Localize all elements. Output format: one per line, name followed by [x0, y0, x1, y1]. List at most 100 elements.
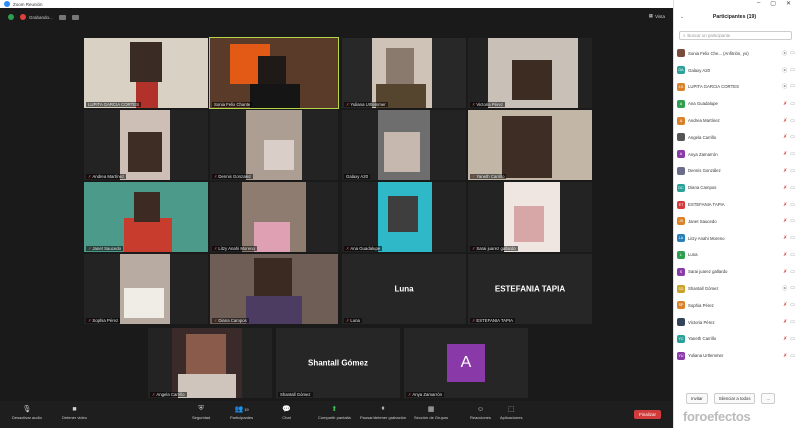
- mic-icon: ⦿: [782, 286, 788, 293]
- participant-row[interactable]: LG LUPITA GARCIA CORTES ⦿ ▭: [677, 79, 795, 96]
- video-camera-icon: ▭: [790, 151, 795, 158]
- video-tile[interactable]: ✗ Sarai juarez gallardo: [468, 182, 592, 252]
- participant-row[interactable]: DC Diana Campos ✗ ▭: [677, 179, 795, 196]
- participants-panel: – ▢ ✕ ⌄ Participantes (19) ⌕ Buscar un p…: [673, 0, 795, 428]
- meeting-video-area: Grabando... ▦ Vista LUPITA GARCIA CORTES…: [0, 8, 673, 401]
- tile-name-text: Luna: [350, 318, 360, 323]
- chat-icon: 💬: [282, 406, 291, 413]
- chat-button[interactable]: 💬 Chat: [282, 405, 291, 420]
- participant-status: ⦿ ▭: [782, 50, 795, 57]
- tile-name-label: ✗ Litzy Anahi Moreno: [212, 246, 257, 251]
- muted-mic-icon: ✗: [346, 318, 350, 323]
- participant-row[interactable]: A Anya Zamarrón ✗ ▭: [677, 146, 795, 163]
- video-tile[interactable]: ✗ Janet Saucedo: [84, 182, 208, 252]
- video-tile[interactable]: Galaxy A20: [342, 110, 466, 180]
- more-options-button[interactable]: ...: [761, 393, 776, 404]
- participant-row[interactable]: A Ana Guadalupe ✗ ▭: [677, 95, 795, 112]
- microphone-button[interactable]: 🎙 Desactivar audio: [12, 405, 42, 420]
- stop-recording-icon[interactable]: [71, 14, 79, 20]
- participant-status: ✗ ▭: [783, 151, 795, 157]
- video-camera-icon: ▭: [790, 335, 795, 342]
- participant-row[interactable]: A Andrea Martínez ✗ ▭: [677, 112, 795, 129]
- video-tile[interactable]: ✗ Litzy Anahi Moreno: [210, 182, 338, 252]
- share-screen-button[interactable]: ⬆ Compartir pantalla: [318, 405, 351, 420]
- shield-button[interactable]: ⛨ Seguridad: [192, 405, 210, 420]
- meeting-topbar: Grabando...: [0, 8, 673, 26]
- video-tile[interactable]: ✗ Victoria Pérez: [468, 38, 592, 108]
- participant-display-name: Shantall Gómez: [307, 358, 368, 368]
- video-tile[interactable]: ✗ Diana Campos: [210, 254, 338, 324]
- video-tile[interactable]: ✗ Ana Guadalupe: [342, 182, 466, 252]
- muted-mic-icon: ✗: [783, 302, 788, 309]
- tile-name-text: Angela Carrillo: [156, 392, 185, 397]
- maximize-icon[interactable]: ▢: [770, 0, 776, 7]
- video-camera-button[interactable]: ■ Detener video: [62, 405, 87, 421]
- participant-name: Yaneth Carrillo: [688, 336, 717, 342]
- participant-row[interactable]: L Luna ✗ ▭: [677, 247, 795, 264]
- participant-row[interactable]: YU Yuliana Urtlemmer ✗ ▭: [677, 347, 795, 364]
- participant-name: Angela Carrillo: [688, 134, 717, 140]
- participant-row[interactable]: JS Janet Saucedo ✗ ▭: [677, 213, 795, 230]
- tile-name-label: ✗ Andrea Martínez: [86, 174, 127, 179]
- video-camera-icon: ▭: [790, 100, 795, 107]
- participant-name: Luna: [688, 252, 698, 258]
- muted-mic-icon: ✗: [783, 151, 788, 158]
- pause-recording-icon[interactable]: [58, 14, 66, 20]
- recording-indicator[interactable]: Grabando...: [20, 14, 53, 20]
- participant-row[interactable]: YC Yaneth Carrillo ✗ ▭: [677, 331, 795, 348]
- end-meeting-button[interactable]: Finalizar: [633, 410, 661, 419]
- view-toggle-button[interactable]: ▦ Vista: [649, 13, 665, 19]
- participant-row[interactable]: GA Galaxy A20 ⦿ ▭: [677, 62, 795, 79]
- participants-button[interactable]: 👥 19 Participantes: [230, 405, 253, 420]
- participant-row[interactable]: Victoria Pérez ✗ ▭: [677, 314, 795, 331]
- view-label: Vista: [655, 13, 665, 19]
- participant-row[interactable]: Angela Carrillo ✗ ▭: [677, 129, 795, 146]
- participant-avatar: A: [677, 116, 685, 125]
- apps-button[interactable]: ⬚ Aplicaciones: [500, 405, 522, 420]
- invite-button[interactable]: Invitar: [686, 393, 708, 404]
- participant-name: Galaxy A20: [688, 67, 710, 73]
- video-tile[interactable]: Sonia Felix Chante: [209, 37, 339, 109]
- participant-row[interactable]: LA Litzy Anahi Moreno ✗ ▭: [677, 230, 795, 247]
- participant-avatar: SG: [677, 284, 685, 293]
- participant-row[interactable]: SG Shantall Gómez ⦿ ▭: [677, 280, 795, 297]
- video-tile[interactable]: ✗ Dennis Gonzalez: [210, 110, 338, 180]
- video-feed: [502, 116, 552, 178]
- breakout-rooms-button[interactable]: ▦ Sección de Grupos: [414, 405, 448, 420]
- participant-row[interactable]: Dennis González ✗ ▭: [677, 163, 795, 180]
- participant-row[interactable]: Sonia Felix Che... (Anfitrión, yo) ⦿ ▭: [677, 45, 795, 62]
- participant-status: ✗ ▭: [783, 269, 795, 275]
- video-tile[interactable]: Shantall Gómez Shantall Gómez: [276, 328, 400, 398]
- participant-name: Sonia Felix Che... (Anfitrión, yo): [688, 50, 749, 56]
- participant-row[interactable]: S Sarai juarez gallardo ✗ ▭: [677, 263, 795, 280]
- participant-row[interactable]: ET ESTEFANIA TAPIA ✗ ▭: [677, 196, 795, 213]
- participant-status: ⦿ ▭: [782, 83, 795, 90]
- video-tile[interactable]: ✗ Andrea Martínez: [84, 110, 208, 180]
- tile-name-text: Sonia Felix Chante: [214, 102, 251, 107]
- close-icon[interactable]: ✕: [786, 0, 791, 7]
- participant-row[interactable]: SP Sophia Pérez ✗ ▭: [677, 297, 795, 314]
- muted-mic-icon: ✗: [214, 174, 218, 179]
- video-camera-icon: ▭: [790, 134, 795, 141]
- record-icon: [20, 14, 26, 20]
- video-tile[interactable]: ✗ Angela Carrillo: [148, 328, 272, 398]
- mute-all-button[interactable]: Silenciar a todos: [713, 393, 756, 404]
- video-tile[interactable]: A ✗ Anya Zamarrón: [404, 328, 528, 398]
- security-shield-icon[interactable]: [8, 14, 14, 20]
- video-tile[interactable]: Luna ✗ Luna: [342, 254, 466, 324]
- grid-view-icon: ▦: [648, 13, 654, 18]
- participant-search-input[interactable]: ⌕ Buscar un participante: [679, 31, 792, 40]
- video-tile[interactable]: LUPITA GARCIA CORTES: [84, 38, 208, 108]
- muted-mic-icon: ✗: [88, 246, 92, 251]
- tile-name-text: LUPITA GARCIA CORTES: [88, 102, 139, 107]
- reactions-button[interactable]: ☺ Reacciones: [470, 405, 491, 421]
- video-tile[interactable]: ESTEFANIA TAPIA ✗ ESTEFANIA TAPIA: [468, 254, 592, 324]
- search-placeholder: Buscar un participante: [687, 33, 731, 38]
- toolbar-label: Compartir pantalla: [318, 415, 351, 420]
- video-tile[interactable]: ✗ Yuliana Urtlemmer: [342, 38, 466, 108]
- video-tile[interactable]: ✗ Sophia Pérez: [84, 254, 208, 324]
- muted-mic-icon: ✗: [472, 246, 476, 251]
- minimize-icon[interactable]: –: [757, 0, 760, 7]
- video-tile[interactable]: ✗ Yaneth Carrillo: [468, 110, 592, 180]
- pause-record-button[interactable]: ⏸ Pausar/detener grabación: [360, 405, 406, 420]
